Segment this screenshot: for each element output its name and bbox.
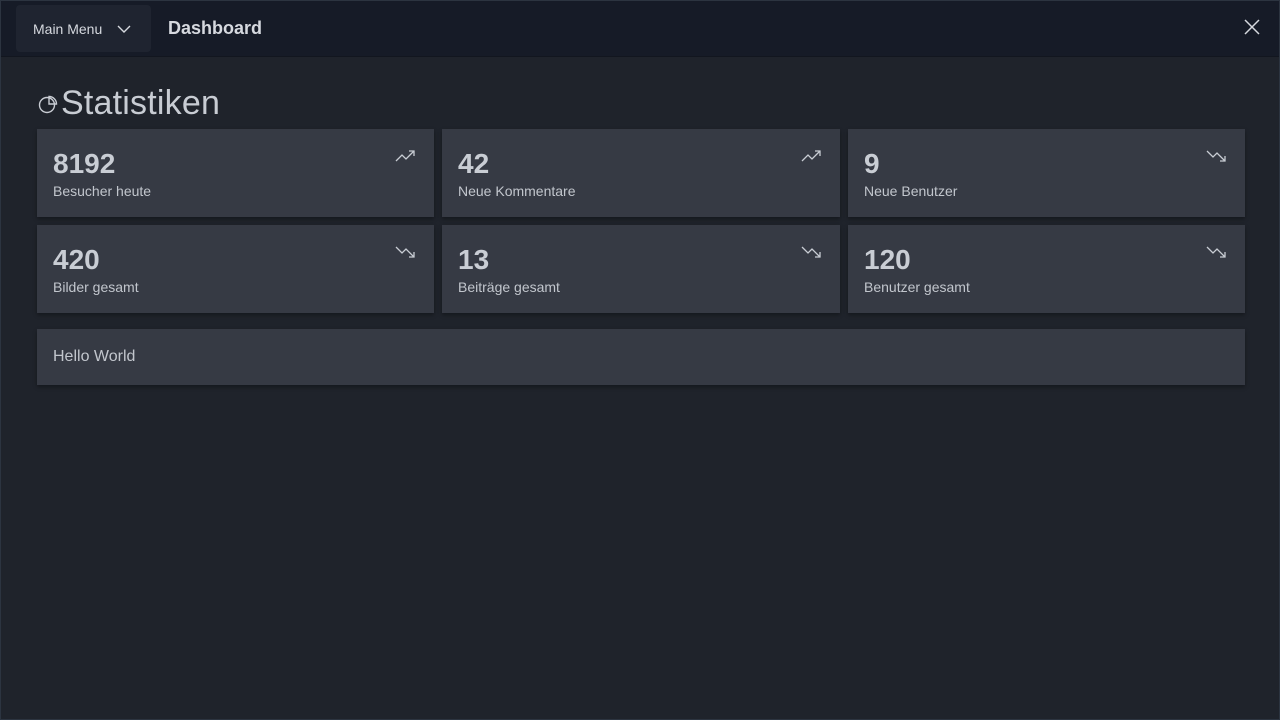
stat-label: Beiträge gesamt [458,279,560,295]
stat-label: Benutzer gesamt [864,279,970,295]
stat-card-images: 420 Bilder gesamt [37,225,434,313]
main-menu-button[interactable]: Main Menu [16,5,151,52]
section-heading: Statistiken [37,83,220,123]
stats-grid: 8192 Besucher heute 42 Neue Kommentare 9… [37,129,1245,313]
title-bar: Main Menu Dashboard [1,1,1279,57]
stat-value: 120 [864,244,911,275]
stat-value: 420 [53,244,100,275]
trending-down-icon [1206,150,1226,162]
stat-card-comments: 42 Neue Kommentare [442,129,840,217]
pie-chart-icon [38,95,58,114]
stat-card-total-users: 120 Benutzer gesamt [848,225,1245,313]
stat-value: 8192 [53,148,116,179]
app-window: Main Menu Dashboard Statistiken 8192 Bes… [0,0,1280,720]
trending-up-icon [395,150,415,162]
stat-card-visitors: 8192 Besucher heute [37,129,434,217]
message-card: Hello World [37,329,1245,385]
stat-value: 13 [458,244,490,275]
stat-card-posts: 13 Beiträge gesamt [442,225,840,313]
stat-label: Neue Kommentare [458,183,576,199]
close-icon[interactable] [1241,16,1263,38]
trending-down-icon [1206,246,1226,258]
stat-value: 9 [864,148,880,179]
stat-value: 42 [458,148,490,179]
trending-down-icon [801,246,821,258]
stat-label: Neue Benutzer [864,183,958,199]
main-menu-label: Main Menu [33,20,103,37]
message-text: Hello World [53,348,136,365]
trending-up-icon [801,150,821,162]
stat-label: Besucher heute [53,183,152,199]
trending-down-icon [395,246,415,258]
chevron-down-icon [117,25,131,33]
stat-label: Bilder gesamt [53,279,139,295]
page-title: Dashboard [168,18,263,38]
stat-card-new-users: 9 Neue Benutzer [848,129,1245,217]
section-title: Statistiken [61,83,221,122]
